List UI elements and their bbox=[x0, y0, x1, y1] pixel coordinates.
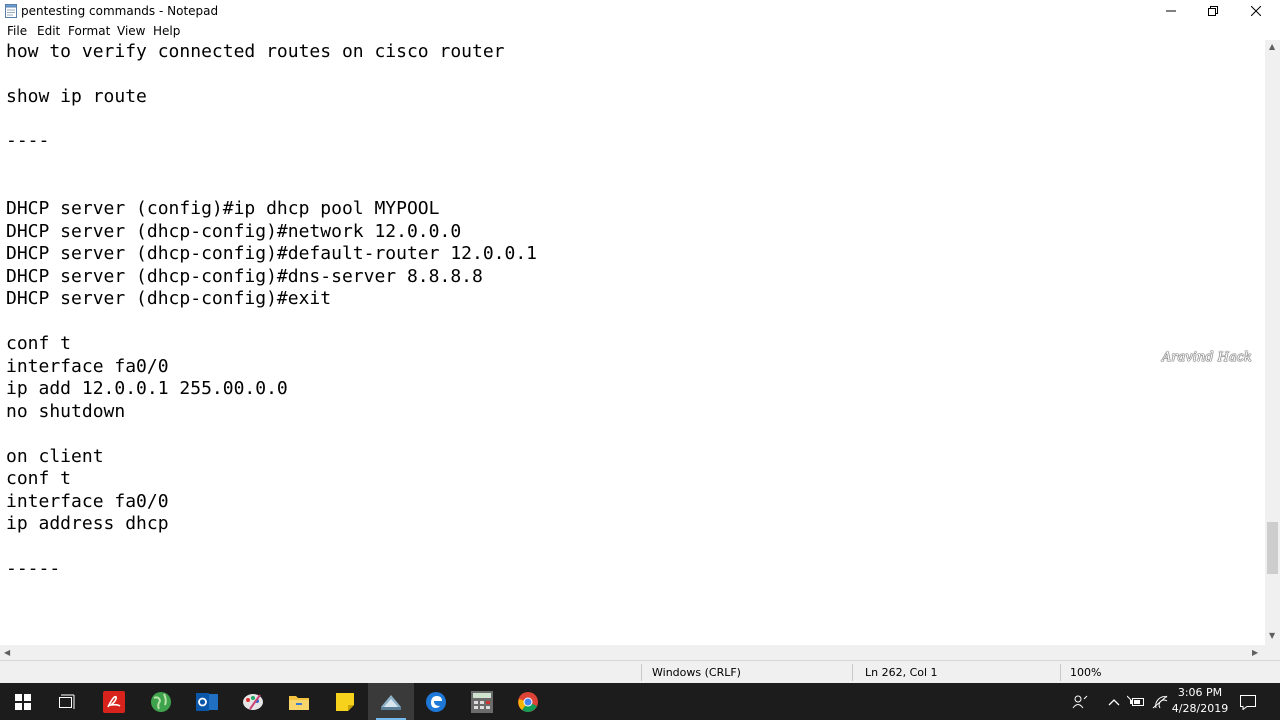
file-explorer-icon bbox=[289, 695, 309, 710]
packet-tracer-icon bbox=[381, 694, 401, 710]
minimize-button[interactable] bbox=[1148, 0, 1194, 22]
editor-line: show ip route bbox=[6, 86, 147, 107]
clock-time: 3:06 PM bbox=[1177, 686, 1223, 699]
text-editor[interactable]: how to verify connected routes on cisco … bbox=[0, 40, 1265, 645]
title-bar[interactable]: pentesting commands - Notepad bbox=[0, 0, 1280, 22]
scroll-down-arrow-icon[interactable]: ▼ bbox=[1269, 631, 1275, 640]
taskbar: 3:06 PM 4/28/2019 bbox=[0, 683, 1280, 720]
scrollbar-corner bbox=[1265, 645, 1280, 660]
taskbar-sticky-notes[interactable] bbox=[322, 683, 368, 720]
power-icon bbox=[1127, 695, 1144, 706]
editor-line: conf t bbox=[6, 333, 72, 354]
editor-line: DHCP server (dhcp-config)#network 12.0.0… bbox=[6, 221, 462, 242]
clock-date: 4/28/2019 bbox=[1171, 702, 1229, 715]
start-button[interactable] bbox=[0, 683, 46, 720]
taskbar-paint[interactable] bbox=[230, 683, 276, 720]
editor-line: DHCP server (dhcp-config)#default-router… bbox=[6, 243, 538, 264]
status-line-ending: Windows (CRLF) bbox=[652, 666, 741, 679]
status-bar: Windows (CRLF) Ln 262, Col 1 100% bbox=[0, 660, 1280, 683]
menu-file[interactable]: File bbox=[7, 24, 27, 38]
people-icon bbox=[1072, 695, 1088, 709]
menu-view[interactable]: View bbox=[117, 24, 145, 38]
restore-icon bbox=[1208, 6, 1218, 16]
show-hidden-icons-button[interactable] bbox=[1104, 693, 1124, 711]
taskbar-outlook[interactable] bbox=[184, 683, 230, 720]
status-zoom: 100% bbox=[1070, 666, 1102, 679]
editor-line: DHCP server (config)#ip dhcp pool MYPOOL bbox=[6, 198, 440, 219]
minimize-icon bbox=[1166, 10, 1176, 12]
editor-line: ip address dhcp bbox=[6, 513, 169, 534]
taskbar-file-explorer[interactable] bbox=[276, 683, 322, 720]
notepad-icon bbox=[5, 4, 17, 18]
editor-line: ip add 12.0.0.1 255.00.0.0 bbox=[6, 378, 288, 399]
status-divider bbox=[852, 664, 853, 681]
taskbar-acrobat[interactable] bbox=[91, 683, 137, 720]
scroll-up-arrow-icon[interactable]: ▲ bbox=[1269, 42, 1275, 51]
taskbar-packet-tracer[interactable] bbox=[368, 683, 414, 720]
horizontal-scrollbar[interactable]: ◀ ▶ bbox=[0, 645, 1265, 660]
show-hidden-icons-chevron bbox=[1108, 699, 1120, 706]
chrome-icon bbox=[518, 691, 538, 712]
task-view-button[interactable] bbox=[44, 683, 90, 720]
taskbar-globe[interactable] bbox=[138, 683, 184, 720]
taskbar-clock[interactable]: 3:06 PM 4/28/2019 bbox=[1164, 685, 1236, 717]
editor-line: ----- bbox=[6, 558, 61, 579]
window-title: pentesting commands - Notepad bbox=[21, 4, 219, 18]
task-view-icon bbox=[59, 694, 75, 709]
scroll-left-arrow-icon[interactable]: ◀ bbox=[4, 648, 10, 657]
menu-format[interactable]: Format bbox=[68, 24, 110, 38]
power-button[interactable] bbox=[1126, 693, 1146, 711]
vertical-scrollbar[interactable]: ▲ ▼ bbox=[1265, 40, 1280, 645]
status-cursor-position: Ln 262, Col 1 bbox=[865, 666, 938, 679]
editor-line: interface fa0/0 bbox=[6, 356, 169, 377]
editor-line: no shutdown bbox=[6, 401, 126, 422]
restore-button[interactable] bbox=[1190, 0, 1236, 22]
action-center-button[interactable] bbox=[1238, 693, 1258, 711]
watermark-text: Aravind Hack bbox=[1162, 350, 1252, 365]
editor-line: on client bbox=[6, 446, 104, 467]
editor-line: DHCP server (dhcp-config)#dns-server 8.8… bbox=[6, 266, 483, 287]
status-divider bbox=[641, 664, 642, 681]
people-button[interactable] bbox=[1070, 693, 1090, 711]
editor-line: ---- bbox=[6, 130, 50, 151]
menu-bar: File Edit Format View Help bbox=[0, 22, 1280, 40]
scroll-right-arrow-icon[interactable]: ▶ bbox=[1252, 648, 1258, 657]
sticky-notes-icon bbox=[336, 692, 354, 711]
taskbar-edge[interactable] bbox=[413, 683, 459, 720]
notification-center-icon bbox=[1240, 695, 1256, 710]
close-button[interactable] bbox=[1233, 0, 1279, 22]
taskbar-calculator[interactable] bbox=[459, 683, 505, 720]
editor-line: DHCP server (dhcp-config)#exit bbox=[6, 288, 332, 309]
edge-icon bbox=[426, 691, 446, 712]
globe-icon bbox=[151, 691, 171, 712]
status-divider bbox=[1060, 664, 1061, 681]
editor-line: how to verify connected routes on cisco … bbox=[6, 41, 505, 62]
editor-line: conf t bbox=[6, 468, 72, 489]
windows-start-icon bbox=[15, 693, 31, 710]
editor-line: interface fa0/0 bbox=[6, 491, 169, 512]
taskbar-chrome[interactable] bbox=[505, 683, 551, 720]
outlook-icon bbox=[196, 692, 218, 711]
acrobat-icon bbox=[103, 690, 125, 713]
vertical-scroll-thumb[interactable] bbox=[1267, 522, 1278, 574]
paint-icon bbox=[243, 693, 263, 710]
calculator-icon bbox=[471, 690, 493, 713]
menu-help[interactable]: Help bbox=[153, 24, 180, 38]
close-icon bbox=[1251, 6, 1261, 16]
menu-edit[interactable]: Edit bbox=[37, 24, 60, 38]
